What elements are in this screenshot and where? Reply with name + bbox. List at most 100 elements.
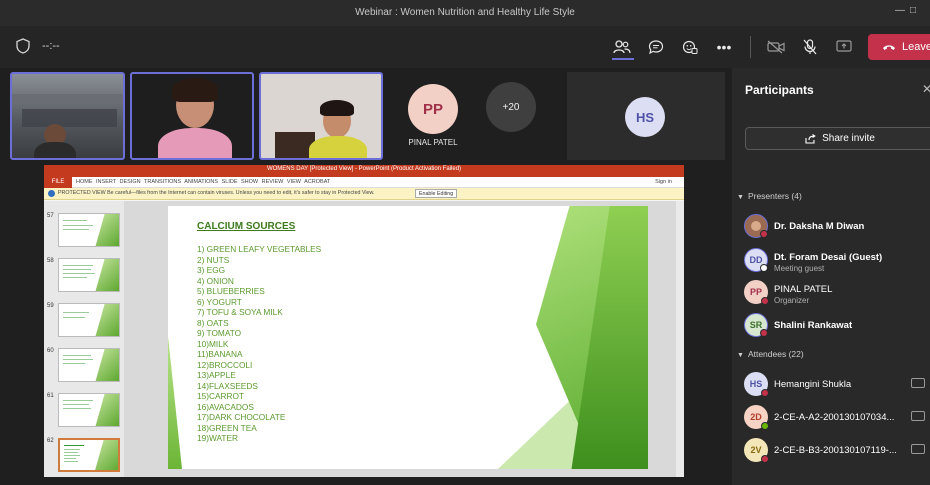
enable-editing-button: Enable Editing (415, 189, 458, 198)
list-item: 13)APPLE (197, 370, 236, 380)
slide-thumbnail (58, 393, 120, 427)
meeting-toolbar: --:-- ••• Leave (0, 26, 930, 68)
status-dot (761, 297, 769, 305)
participant-name: Dt. Foram Desai (Guest) (774, 252, 883, 263)
shared-screen-powerpoint: WOMENS DAY [Protected View] - PowerPoint… (44, 165, 684, 477)
ppt-file-tab: FILE (44, 177, 72, 188)
list-item: 6) YOGURT (197, 296, 242, 307)
ppt-menu-items: HOME INSERT DESIGN TRANSITIONS ANIMATION… (76, 179, 331, 185)
slide-thumbnail-selected (58, 438, 120, 472)
thumb-number: 61 (47, 393, 54, 399)
thumb-number: 59 (47, 303, 54, 309)
status-dot (761, 455, 769, 463)
status-dot (761, 422, 769, 430)
current-slide: CALCIUM SOURCES 1) GREEN LEAFY VEGETABLE… (168, 206, 648, 469)
maximize-icon[interactable]: □ (910, 5, 916, 16)
minimize-icon[interactable]: — (895, 5, 905, 16)
participant-item[interactable]: Dr. Daksha M Diwan (744, 214, 930, 242)
shield-icon (48, 190, 55, 197)
camera-icon (911, 411, 925, 421)
ppt-titlebar: WOMENS DAY [Protected View] - PowerPoint… (44, 165, 684, 177)
panel-title: Participants (745, 83, 814, 97)
share-screen-icon[interactable] (834, 37, 854, 57)
chevron-down-icon: ▼ (737, 194, 744, 201)
list-item: 8) OATS (197, 317, 229, 328)
participant-item[interactable]: SR Shalini Rankawat (744, 313, 930, 341)
video-tile-speaker[interactable] (130, 72, 254, 160)
attendees-section-header[interactable]: ▼ Attendees (22) (737, 349, 804, 359)
participants-panel: Participants ✕ Share invite ▼ Presenters … (732, 68, 930, 485)
gym-equipment (22, 109, 117, 127)
avatar: 2D (744, 405, 769, 430)
ppt-signin: Sign in (655, 179, 672, 185)
avatar: HS (625, 97, 665, 137)
ppt-scrollbar (676, 201, 684, 477)
video-tile-presenter[interactable] (259, 72, 383, 160)
calcium-sources-list: 1) GREEN LEAFY VEGETABLES 2) NUTS 3) EGG… (197, 244, 321, 444)
list-item: 10)MILK (197, 338, 229, 349)
list-item: 15)CARROT (197, 391, 245, 401)
list-item: 7) TOFU & SOYA MILK (197, 307, 283, 317)
tile-name-label: PINAL PATEL (408, 138, 458, 147)
active-tab-indicator (612, 58, 634, 60)
participant-item[interactable]: HS Hemangini Shukla (744, 372, 930, 400)
more-options-icon[interactable]: ••• (714, 37, 734, 57)
thumb-number: 62 (47, 438, 54, 444)
list-item: 5) BLUEBERRIES (197, 286, 265, 296)
avatar: PP (744, 280, 769, 305)
more-participants-button[interactable]: +20 (486, 82, 536, 132)
avatar: HS (744, 372, 769, 397)
slide-decoration (168, 336, 182, 469)
participant-role: Meeting guest (774, 264, 825, 273)
leave-label: Leave (902, 41, 930, 53)
list-item: 11)BANANA (197, 349, 243, 359)
video-tile-pinal[interactable]: PP PINAL PATEL (400, 72, 466, 160)
avatar: 2V (744, 438, 769, 463)
avatar (744, 214, 768, 238)
gym-window (12, 94, 123, 102)
presenters-section-header[interactable]: ▼ Presenters (4) (737, 191, 802, 201)
shield-icon (16, 38, 30, 54)
participant-item[interactable]: 2V 2-CE-B-B3-200130107119-... (744, 438, 930, 466)
person-hair (172, 78, 218, 102)
participant-item[interactable]: 2D 2-CE-A-A2-200130107034... (744, 405, 930, 433)
ppt-ribbon-tabs: FILE HOME INSERT DESIGN TRANSITIONS ANIM… (44, 177, 684, 188)
ppt-title: WOMENS DAY [Protected View] - PowerPoint… (266, 166, 462, 172)
chevron-down-icon: ▼ (737, 352, 744, 359)
video-tile-gym[interactable] (10, 72, 125, 160)
slide-thumbnail (58, 348, 120, 382)
participant-name: Shalini Rankawat (774, 320, 853, 331)
slide-thumbnail (58, 213, 120, 247)
reactions-icon[interactable] (680, 37, 700, 57)
avatar: DD (744, 248, 768, 272)
list-item: 18)GREEN TEA (197, 422, 257, 433)
list-item: 14)FLAXSEEDS (197, 380, 258, 391)
close-icon[interactable]: ✕ (922, 82, 930, 96)
video-tile-hs[interactable]: HS (567, 72, 725, 160)
mic-off-icon[interactable] (800, 37, 820, 57)
person-body (309, 136, 367, 158)
list-item: 3) EGG (197, 265, 226, 275)
status-dot (760, 329, 768, 337)
people-icon[interactable] (612, 37, 632, 57)
leave-button[interactable]: Leave (868, 34, 930, 60)
thumb-number: 58 (47, 258, 54, 264)
participant-item[interactable]: DD Dt. Foram Desai (Guest) Meeting guest (744, 248, 930, 276)
camera-off-icon[interactable] (766, 37, 786, 57)
camera-icon (911, 378, 925, 388)
list-item: 19)WATER (197, 433, 239, 443)
participant-name: Dr. Daksha M Diwan (774, 221, 865, 232)
participant-item[interactable]: PP PINAL PATEL Organizer (744, 280, 930, 308)
slide-thumbnail (58, 303, 120, 337)
person-hair (320, 100, 354, 116)
slide-thumbnail-pane: 57 58 59 60 61 62 (44, 201, 124, 477)
list-item: 2) NUTS (197, 254, 230, 265)
thumb-number: 57 (47, 213, 54, 219)
person-body (158, 128, 232, 158)
participant-name: 2-CE-B-B3-200130107119-... (774, 445, 897, 456)
list-item: 9) TOMATO (197, 328, 242, 338)
avatar: PP (408, 84, 458, 134)
chat-icon[interactable] (646, 37, 666, 57)
share-invite-button[interactable]: Share invite (745, 127, 930, 150)
list-item: 12)BROCCOLI (197, 359, 253, 370)
